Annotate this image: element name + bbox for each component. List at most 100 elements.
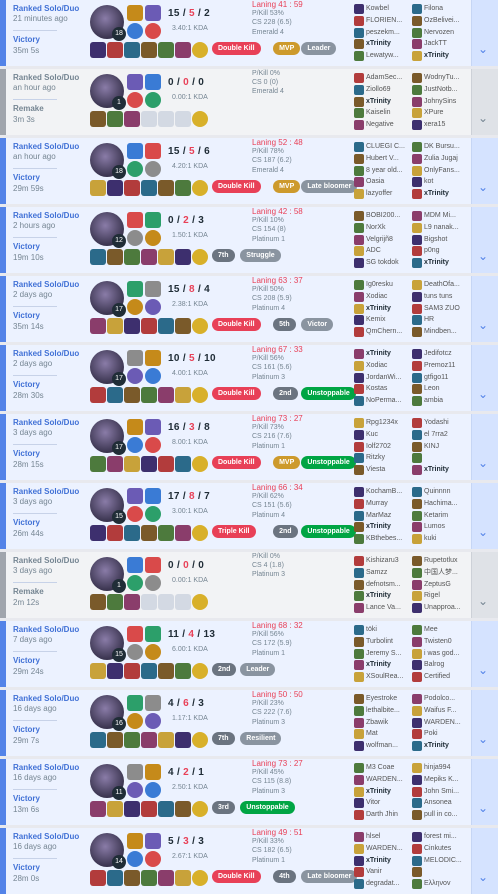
trinket-icon[interactable] bbox=[192, 249, 208, 265]
item-icon[interactable] bbox=[124, 732, 140, 748]
summoner-spell-icon[interactable] bbox=[127, 626, 143, 642]
item-icon[interactable] bbox=[158, 249, 174, 265]
team-player[interactable]: Kostas bbox=[354, 383, 412, 395]
team-player[interactable]: WARDEN... bbox=[412, 717, 470, 729]
summoner-spell-icon[interactable] bbox=[127, 5, 143, 21]
item-icon[interactable] bbox=[158, 663, 174, 679]
item-icon[interactable] bbox=[158, 42, 174, 58]
team-player[interactable]: KBthebes... bbox=[354, 533, 412, 545]
item-icon[interactable] bbox=[158, 111, 174, 127]
item-icon[interactable] bbox=[141, 525, 157, 541]
item-icon[interactable] bbox=[175, 663, 191, 679]
team-player[interactable] bbox=[412, 452, 470, 464]
item-icon[interactable] bbox=[141, 387, 157, 403]
item-icon[interactable] bbox=[107, 318, 123, 334]
rune-icon[interactable] bbox=[145, 299, 161, 315]
rune-icon[interactable] bbox=[145, 851, 161, 867]
team-player[interactable]: M3 Coae bbox=[354, 762, 412, 774]
item-icon[interactable] bbox=[90, 111, 106, 127]
team-player[interactable]: L9 nanak... bbox=[412, 222, 470, 234]
team-player[interactable]: forest mi... bbox=[412, 831, 470, 843]
team-player[interactable]: xTrinity bbox=[412, 740, 470, 752]
item-icon[interactable] bbox=[141, 180, 157, 196]
item-icon[interactable] bbox=[141, 663, 157, 679]
item-icon[interactable] bbox=[175, 456, 191, 472]
champion-portrait[interactable]: 16 bbox=[90, 695, 126, 731]
item-icon[interactable] bbox=[90, 456, 106, 472]
item-icon[interactable] bbox=[107, 732, 123, 748]
item-icon[interactable] bbox=[124, 663, 140, 679]
rune-icon[interactable] bbox=[127, 92, 143, 108]
team-player[interactable]: NorXk bbox=[354, 222, 412, 234]
item-icon[interactable] bbox=[175, 732, 191, 748]
team-player[interactable]: QmChern... bbox=[354, 326, 412, 338]
item-icon[interactable] bbox=[175, 318, 191, 334]
champion-portrait[interactable]: 15 bbox=[90, 626, 126, 662]
summoner-spell-icon[interactable] bbox=[145, 350, 161, 366]
summoner-spell-icon[interactable] bbox=[127, 419, 143, 435]
item-icon[interactable] bbox=[124, 456, 140, 472]
match-card[interactable]: Ranked Solo/Duo 2 days ago Victory 28m 30s 1… bbox=[0, 345, 498, 411]
item-icon[interactable] bbox=[158, 801, 174, 817]
summoner-spell-icon[interactable] bbox=[145, 557, 161, 573]
team-player[interactable]: DK Bursu... bbox=[412, 141, 470, 153]
item-icon[interactable] bbox=[107, 801, 123, 817]
team-player[interactable]: Yodashi bbox=[412, 417, 470, 429]
item-icon[interactable] bbox=[141, 870, 157, 886]
team-player[interactable]: Cinkutes bbox=[412, 843, 470, 855]
team-player[interactable]: xTrinity bbox=[354, 590, 412, 602]
team-player[interactable]: Mindben... bbox=[412, 326, 470, 338]
item-icon[interactable] bbox=[90, 663, 106, 679]
summoner-spell-icon[interactable] bbox=[127, 557, 143, 573]
item-icon[interactable] bbox=[90, 42, 106, 58]
item-icon[interactable] bbox=[158, 525, 174, 541]
rune-icon[interactable] bbox=[127, 368, 143, 384]
team-player[interactable]: Ig0resku bbox=[354, 279, 412, 291]
team-player[interactable]: DeathOfa... bbox=[412, 279, 470, 291]
item-icon[interactable] bbox=[158, 594, 174, 610]
team-player[interactable]: Ritzky bbox=[354, 452, 412, 464]
rune-icon[interactable] bbox=[127, 299, 143, 315]
team-player[interactable]: tuns tuns bbox=[412, 291, 470, 303]
team-player[interactable]: Certified bbox=[412, 671, 470, 683]
item-icon[interactable] bbox=[107, 180, 123, 196]
rune-icon[interactable] bbox=[127, 713, 143, 729]
team-player[interactable]: JackTT bbox=[412, 38, 470, 50]
rune-icon[interactable] bbox=[145, 644, 161, 660]
item-icon[interactable] bbox=[124, 180, 140, 196]
item-icon[interactable] bbox=[90, 732, 106, 748]
team-player[interactable]: MDM Mi... bbox=[412, 210, 470, 222]
summoner-spell-icon[interactable] bbox=[127, 488, 143, 504]
team-player[interactable] bbox=[412, 866, 470, 878]
item-icon[interactable] bbox=[175, 525, 191, 541]
rune-icon[interactable] bbox=[127, 851, 143, 867]
match-card[interactable]: Ranked Solo/Duo 3 days ago Remake 2m 12s 1 0 … bbox=[0, 552, 498, 618]
item-icon[interactable] bbox=[90, 180, 106, 196]
summoner-spell-icon[interactable] bbox=[127, 281, 143, 297]
trinket-icon[interactable] bbox=[192, 801, 208, 817]
rune-icon[interactable] bbox=[127, 230, 143, 246]
team-player[interactable]: Hachima... bbox=[412, 498, 470, 510]
team-player[interactable]: Hubert V... bbox=[354, 153, 412, 165]
trinket-icon[interactable] bbox=[192, 456, 208, 472]
team-player[interactable]: xTrinity bbox=[354, 38, 412, 50]
champion-portrait[interactable]: 14 bbox=[90, 833, 126, 869]
rune-icon[interactable] bbox=[145, 23, 161, 39]
team-player[interactable]: i was god... bbox=[412, 648, 470, 660]
team-player[interactable]: XPure bbox=[412, 107, 470, 119]
team-player[interactable]: Lumos bbox=[412, 521, 470, 533]
champion-portrait[interactable]: 17 bbox=[90, 281, 126, 317]
team-player[interactable]: Poki bbox=[412, 728, 470, 740]
item-icon[interactable] bbox=[175, 180, 191, 196]
team-player[interactable]: 中国人梦... bbox=[412, 567, 470, 579]
match-card[interactable]: Ranked Solo/Duo 16 days ago Victory 29m 7s 1… bbox=[0, 690, 498, 756]
item-icon[interactable] bbox=[90, 801, 106, 817]
item-icon[interactable] bbox=[124, 870, 140, 886]
team-player[interactable]: ADC bbox=[354, 245, 412, 257]
match-card[interactable]: Ranked Solo/Duo 7 days ago Victory 29m 24s 1… bbox=[0, 621, 498, 687]
item-icon[interactable] bbox=[90, 318, 106, 334]
team-player[interactable]: Kowbel bbox=[354, 3, 412, 15]
trinket-icon[interactable] bbox=[192, 111, 208, 127]
rune-icon[interactable] bbox=[145, 437, 161, 453]
trinket-icon[interactable] bbox=[192, 318, 208, 334]
